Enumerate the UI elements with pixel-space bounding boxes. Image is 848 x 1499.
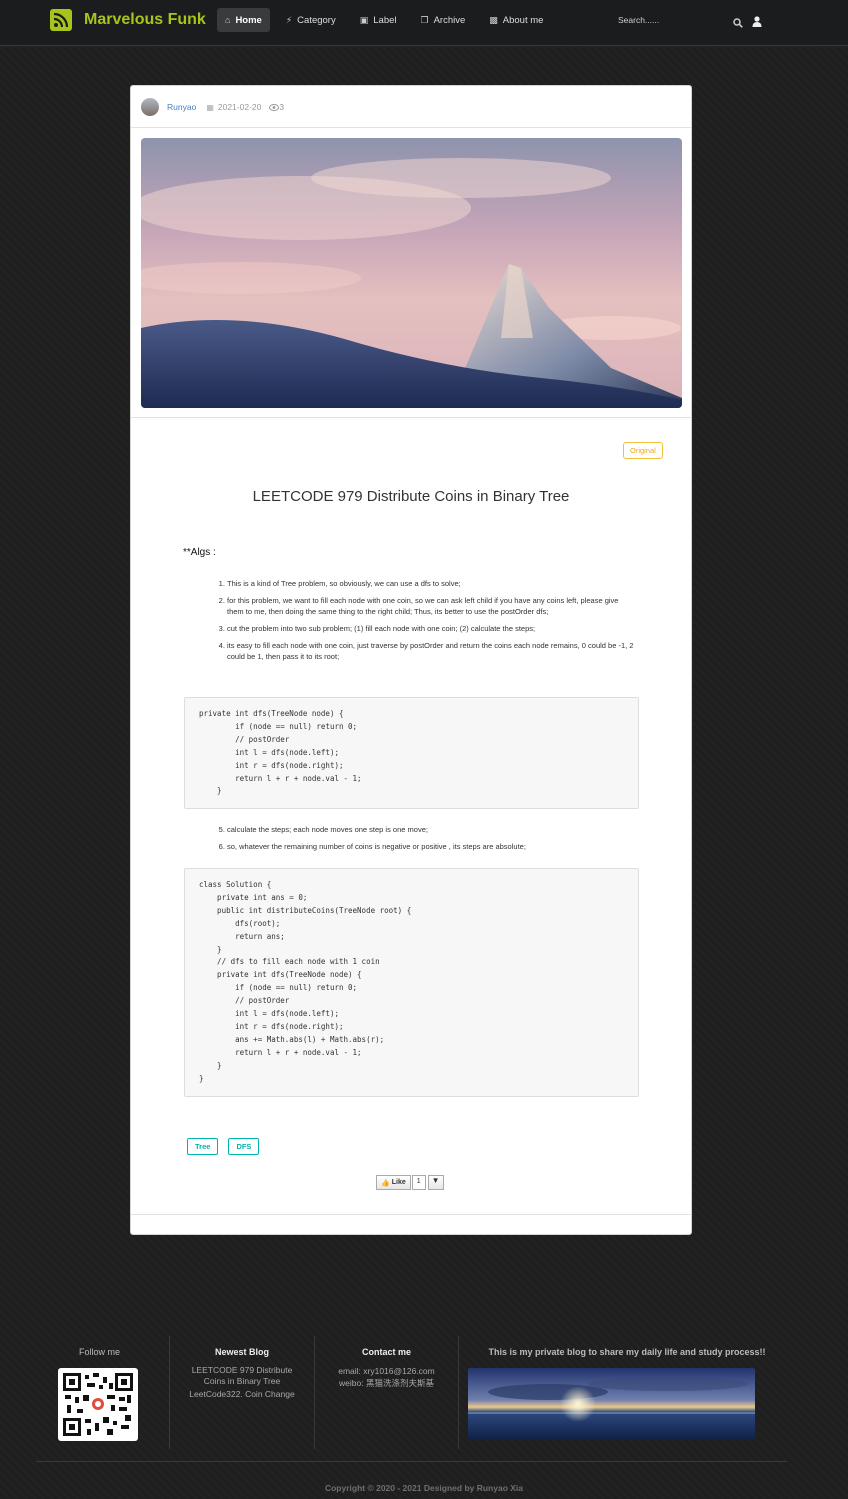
thumbs-up-icon: 👍 <box>381 1179 390 1187</box>
post-card: Runyao ▦ 2021-02-20 3 Original LEETCODE … <box>130 85 692 1235</box>
like-label: Like <box>391 1179 406 1186</box>
original-badge: Original <box>623 442 663 459</box>
nav-item-label[interactable]: ▣ Label <box>352 8 405 32</box>
tag-list: Tree DFS <box>187 1138 269 1155</box>
divider <box>131 127 691 128</box>
list-item: its easy to fill each node with one coin… <box>227 640 637 662</box>
tag-tree[interactable]: Tree <box>187 1138 219 1155</box>
about-text: This is my private blog to share my dail… <box>488 1347 766 1357</box>
steps-list: calculate the steps; each node moves one… <box>227 824 637 858</box>
post-cover-image <box>141 138 682 408</box>
search-icon[interactable] <box>733 15 743 33</box>
calendar-icon: ▦ <box>206 102 214 112</box>
brand-title: Marvelous Funk <box>84 11 206 28</box>
post-date: ▦ 2021-02-20 <box>206 102 261 112</box>
list-item: cut the problem into two sub problem; (1… <box>227 623 637 634</box>
follow-title: Follow me <box>78 1347 120 1357</box>
steps-list: This is a kind of Tree problem, so obvio… <box>227 578 637 668</box>
view-count: 3 <box>279 102 285 112</box>
home-icon: ⌂ <box>225 15 231 25</box>
thumbs-down-icon: ▼ <box>431 1176 440 1185</box>
dislike-button[interactable]: ▼ <box>427 1175 444 1190</box>
qr-code-image <box>58 1368 138 1441</box>
nav-item-label: About me <box>502 14 544 26</box>
contact-icon: ▩ <box>489 14 498 25</box>
nav-item-label: Home <box>235 14 262 26</box>
copyright: Copyright © 2020 - 2021 Designed by Runy… <box>324 1483 524 1493</box>
archive-icon: ❐ <box>420 14 429 25</box>
divider <box>131 1214 691 1215</box>
list-item: so, whatever the remaining number of coi… <box>227 841 637 852</box>
contact-weibo: weibo: 黑猫洗涤剂夫斯基 <box>339 1378 434 1388</box>
like-button[interactable]: 👍 Like <box>376 1175 411 1190</box>
label-icon: ▣ <box>359 14 369 25</box>
code-block: private int dfs(TreeNode node) { if (nod… <box>184 697 639 809</box>
like-widget: 👍 Like 1 ▼ <box>376 1175 444 1190</box>
divider <box>131 417 691 418</box>
nav-item-label: Category <box>297 14 336 26</box>
avatar <box>141 98 159 116</box>
tag-dfs[interactable]: DFS <box>228 1138 260 1155</box>
rss-icon <box>50 9 72 31</box>
nav-item-home[interactable]: ⌂ Home <box>217 8 270 32</box>
post-meta: Runyao ▦ 2021-02-20 3 <box>141 98 284 116</box>
footer-newest: Newest Blog LEETCODE 979 Distribute Coin… <box>170 1336 315 1449</box>
sunset-sea-image <box>468 1368 755 1439</box>
footer-contact: Contact me email: xry1016@126.com weibo:… <box>315 1336 459 1449</box>
eye-icon <box>269 103 280 111</box>
code-block: class Solution { private int ans = 0; pu… <box>184 868 639 1097</box>
nav-item-about[interactable]: ▩ About me <box>481 8 551 32</box>
nav-item-category[interactable]: ⚡ Category <box>278 8 344 32</box>
list-item: for this problem, we want to fill each n… <box>227 595 637 617</box>
list-item: This is a kind of Tree problem, so obvio… <box>227 578 637 589</box>
user-icon[interactable] <box>752 14 762 32</box>
author-link[interactable]: Runyao <box>167 102 196 112</box>
search-input[interactable]: Search...... <box>618 15 659 25</box>
list-item: calculate the steps; each node moves one… <box>227 824 637 835</box>
algs-heading: **Algs : <box>183 547 216 558</box>
newest-link[interactable]: LeetCode322. Coin Change <box>170 1389 314 1400</box>
newest-title: Newest Blog <box>214 1347 269 1357</box>
newest-link[interactable]: LEETCODE 979 Distribute Coins in Binary … <box>170 1365 314 1387</box>
nav-item-archive[interactable]: ❐ Archive <box>413 8 474 32</box>
nav-item-label: Label <box>373 14 397 26</box>
top-nav: Marvelous Funk ⌂ Home ⚡ Category ▣ Label… <box>0 0 848 46</box>
contact-title: Contact me <box>361 1347 411 1357</box>
nav-menu: ⌂ Home ⚡ Category ▣ Label ❐ Archive ▩ Ab… <box>217 8 559 32</box>
brand[interactable]: Marvelous Funk <box>50 9 206 31</box>
post-title: LEETCODE 979 Distribute Coins in Binary … <box>252 488 570 505</box>
bolt-icon: ⚡ <box>285 14 293 25</box>
footer-divider <box>36 1461 787 1462</box>
like-count: 1 <box>411 1175 426 1190</box>
post-views: 3 <box>269 102 284 112</box>
contact-email: email: xry1016@126.com <box>338 1366 435 1376</box>
nav-item-label: Archive <box>433 14 466 26</box>
post-date-text: 2021-02-20 <box>217 102 262 112</box>
